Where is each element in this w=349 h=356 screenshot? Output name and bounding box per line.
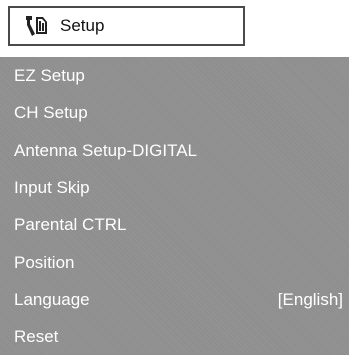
setup-wrench-icon [22,14,50,38]
page-title: Setup [60,16,105,35]
menu-item-label: Antenna Setup-DIGITAL [14,141,198,160]
menu-item-reset[interactable]: Reset [0,318,349,356]
setup-menu-list: EZ Setup CH Setup Antenna Setup-DIGITAL … [0,57,349,355]
menu-item-ez-setup[interactable]: EZ Setup [0,57,349,95]
menu-item-position[interactable]: Position [0,244,349,282]
menu-item-label: Language [14,290,90,309]
menu-item-input-skip[interactable]: Input Skip [0,169,349,207]
menu-item-language[interactable]: Language [English] [0,281,349,319]
menu-item-antenna-setup-digital[interactable]: Antenna Setup-DIGITAL [0,132,349,170]
menu-item-label: EZ Setup [14,66,85,85]
menu-item-ch-setup[interactable]: CH Setup [0,94,349,132]
menu-title-bar: Setup [8,6,245,46]
menu-item-label: Parental CTRL [14,215,127,234]
menu-item-label: Position [14,253,75,272]
menu-item-label: Input Skip [14,178,90,197]
menu-item-parental-ctrl[interactable]: Parental CTRL [0,206,349,244]
menu-item-label: CH Setup [14,103,88,122]
setup-menu: Setup EZ Setup CH Setup Antenna Setup-DI… [0,0,349,355]
menu-item-label: Reset [14,327,59,346]
language-value: [English] [277,290,343,309]
